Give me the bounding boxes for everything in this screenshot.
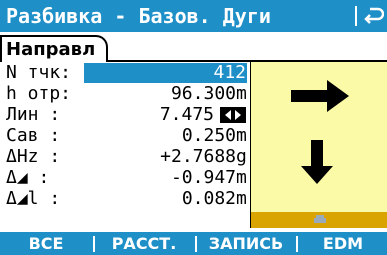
arrow-right-icon: [291, 80, 349, 112]
field-label: Δ◢l :: [6, 188, 61, 209]
field-unit: m: [236, 188, 247, 209]
escape-icon[interactable]: [362, 5, 384, 27]
tab-strip: Направл: [0, 32, 387, 62]
softkey-bar: ВСЕ РАССТ. ЗАПИСЬ EDM: [0, 232, 387, 255]
field-delta-distance: Δ◢ : -0.947 m: [0, 167, 250, 188]
field-label: Лин :: [6, 104, 61, 125]
field-label: ΔHz :: [6, 146, 61, 167]
field-chord: Сав : 0.250 m: [0, 125, 250, 146]
softkey-edm[interactable]: EDM: [299, 232, 387, 255]
field-offset-height: h отр: 96.300 m: [0, 83, 250, 104]
field-label: h отр:: [6, 83, 72, 104]
softkey-separator: [296, 236, 298, 252]
field-unit: m: [236, 83, 247, 104]
stakeout-fields: N тчк: 412 h отр: 96.300 m Лин : 7.475 С…: [0, 62, 250, 230]
softkey-separator: [195, 236, 197, 252]
field-label: Сав :: [6, 125, 61, 146]
field-delta-hz: ΔHz : +2.7688 g: [0, 146, 250, 167]
field-unit: m: [236, 167, 247, 188]
title-bar: Разбивка - Базов. Дуги: [0, 0, 387, 32]
title-separator: [355, 6, 357, 26]
field-value: 96.300: [170, 83, 236, 104]
softkey-record[interactable]: ЗАПИСЬ: [198, 232, 294, 255]
field-line[interactable]: Лин : 7.475: [0, 104, 250, 125]
ground-strip: [251, 212, 387, 228]
arrow-down-icon: [301, 140, 333, 184]
field-label: N тчк:: [6, 62, 72, 83]
tab-direction[interactable]: Направл: [0, 35, 108, 62]
stakeout-graphic: [250, 62, 387, 228]
field-unit: g: [236, 146, 247, 167]
direction-arrows: [291, 80, 349, 184]
softkey-all[interactable]: ВСЕ: [0, 232, 92, 255]
field-value: -0.947: [170, 167, 236, 188]
field-value: 412: [213, 62, 246, 83]
field-value: 7.475: [159, 104, 214, 125]
field-label: Δ◢ :: [6, 167, 50, 188]
field-delta-height: Δ◢l : 0.082 m: [0, 188, 250, 209]
field-value: 0.250: [181, 125, 236, 146]
list-toggle-icon[interactable]: [220, 107, 246, 123]
softkey-separator: [93, 236, 95, 252]
field-point-id[interactable]: N тчк: 412: [0, 62, 250, 83]
field-value: 0.082: [181, 188, 236, 209]
instrument-icon: [314, 215, 326, 223]
window-title: Разбивка - Базов. Дуги: [6, 4, 271, 28]
field-unit: m: [236, 125, 247, 146]
field-value: +2.7688: [160, 146, 236, 167]
softkey-distance[interactable]: РАССТ.: [96, 232, 192, 255]
